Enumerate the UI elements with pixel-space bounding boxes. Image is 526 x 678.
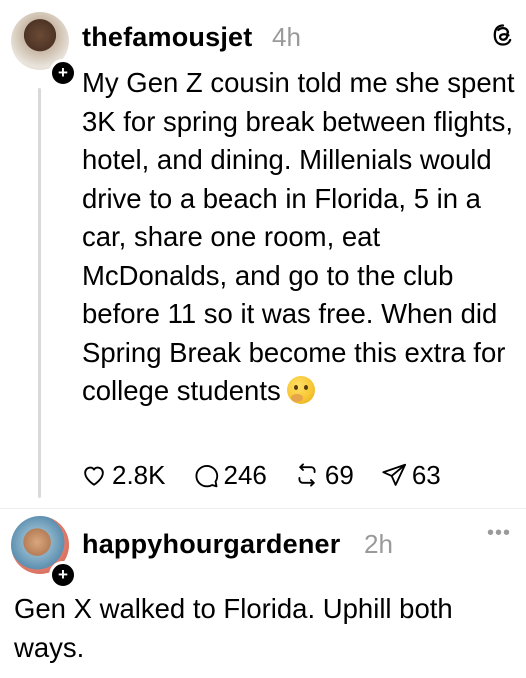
send-icon — [382, 463, 406, 486]
repost-icon — [298, 463, 316, 487]
share-button[interactable]: 63 — [380, 460, 441, 491]
more-options-icon[interactable]: ••• — [487, 523, 511, 543]
post-actions-bar: 2.8K 246 69 63 — [80, 458, 467, 492]
reply-count: 246 — [223, 459, 267, 490]
post-divider — [0, 508, 526, 509]
repost-button[interactable]: 69 — [293, 460, 354, 491]
heart-icon — [84, 466, 104, 486]
plus-icon[interactable]: + — [49, 561, 77, 589]
post-timestamp: 4h — [272, 22, 301, 52]
like-count: 2.8K — [112, 459, 166, 490]
repost-count: 69 — [324, 459, 354, 490]
thread-connector-line — [38, 88, 41, 498]
threads-logo-icon[interactable] — [490, 22, 516, 48]
reply-username[interactable]: happyhourgardener — [82, 529, 340, 560]
post-username[interactable]: thefamousjet — [82, 22, 252, 53]
reply-timestamp: 2h — [364, 529, 393, 559]
post-text-content: My Gen Z cousin told me she spent 3K for… — [82, 67, 515, 406]
thinking-face-emoji-icon — [286, 376, 315, 404]
post-text: My Gen Z cousin told me she spent 3K for… — [82, 64, 522, 411]
comment-icon — [194, 464, 218, 488]
reply-button[interactable]: 246 — [192, 460, 267, 491]
plus-icon[interactable]: + — [49, 59, 77, 87]
like-button[interactable]: 2.8K — [80, 460, 166, 491]
share-count: 63 — [411, 459, 441, 490]
reply-text: Gen X walked to Florida. Uphill both way… — [14, 593, 453, 663]
